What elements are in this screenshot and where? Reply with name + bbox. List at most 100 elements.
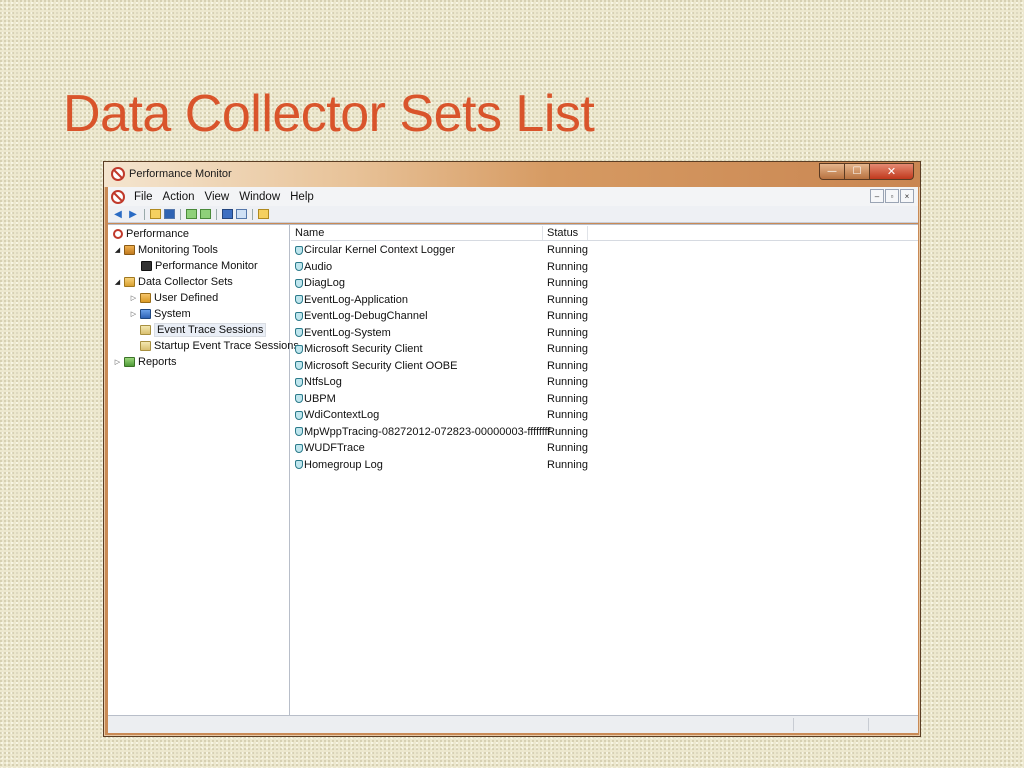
session-status: Running bbox=[547, 343, 588, 356]
session-status: Running bbox=[547, 409, 588, 422]
list-item[interactable]: Microsoft Security Client OOBE Running bbox=[291, 358, 918, 375]
list-item[interactable]: EventLog-Application Running bbox=[291, 292, 918, 309]
child-minimize-button[interactable]: – bbox=[870, 189, 884, 203]
session-name: EventLog-System bbox=[304, 326, 391, 339]
session-status: Running bbox=[547, 244, 588, 257]
menu-window[interactable]: Window bbox=[234, 191, 285, 203]
child-window-controls: – ▫ × bbox=[870, 189, 914, 203]
window-title: Performance Monitor bbox=[129, 168, 232, 180]
list-item[interactable]: EventLog-System Running bbox=[291, 325, 918, 342]
tree-item-performance-monitor[interactable]: Performance Monitor bbox=[139, 258, 258, 273]
column-header-name[interactable]: Name bbox=[291, 226, 543, 240]
menu-file[interactable]: File bbox=[129, 191, 158, 203]
startup-event-trace-sessions-icon bbox=[140, 340, 151, 351]
menu-help[interactable]: Help bbox=[285, 191, 319, 203]
maximize-button[interactable]: ☐ bbox=[845, 163, 870, 180]
system-icon bbox=[140, 308, 151, 319]
trace-session-icon bbox=[295, 262, 303, 272]
list-item[interactable]: Microsoft Security Client Running bbox=[291, 341, 918, 358]
performance-monitor-app-icon[interactable] bbox=[111, 167, 125, 181]
list-item[interactable]: Audio Running bbox=[291, 259, 918, 276]
trace-session-icon bbox=[295, 344, 303, 354]
menu-bar: File Action View Window Help – ▫ × bbox=[108, 187, 918, 206]
status-bar-divider bbox=[793, 718, 794, 731]
back-arrow-icon[interactable]: ◀ bbox=[112, 209, 124, 220]
monitoring-tools-icon bbox=[124, 244, 135, 255]
tree-item-monitoring-tools[interactable]: ◢ Monitoring Tools bbox=[113, 242, 218, 257]
session-name: EventLog-Application bbox=[304, 293, 408, 306]
collapsed-arrow-icon[interactable]: ▷ bbox=[129, 294, 138, 302]
tree-item-event-trace-sessions[interactable]: Event Trace Sessions bbox=[138, 322, 267, 337]
tree-item-startup-event-trace-sessions[interactable]: Startup Event Trace Sessions bbox=[138, 338, 299, 353]
slide-title: Data Collector Sets List bbox=[63, 85, 595, 143]
session-name: NtfsLog bbox=[304, 376, 342, 389]
list-item[interactable]: Homegroup Log Running bbox=[291, 457, 918, 474]
child-close-button[interactable]: × bbox=[900, 189, 914, 203]
tree-item-label: Performance Monitor bbox=[155, 259, 258, 272]
tree-item-reports[interactable]: ▷ Reports bbox=[113, 354, 177, 369]
session-name: DiagLog bbox=[304, 277, 345, 290]
tree-item-label: Event Trace Sessions bbox=[154, 322, 267, 337]
tree-item-system[interactable]: ▷ System bbox=[129, 306, 191, 321]
close-button[interactable]: ✕ bbox=[870, 163, 914, 180]
session-status: Running bbox=[547, 458, 588, 471]
list-header: Name Status bbox=[291, 225, 918, 241]
list-item[interactable]: MpWppTracing-08272012-072823-00000003-ff… bbox=[291, 424, 918, 441]
trace-session-icon bbox=[295, 328, 303, 338]
tree-item-performance[interactable]: Performance bbox=[111, 226, 189, 241]
up-folder-icon[interactable] bbox=[150, 209, 161, 219]
list-item[interactable]: UBPM Running bbox=[291, 391, 918, 408]
tree-item-label: Monitoring Tools bbox=[138, 243, 218, 256]
status-bar bbox=[108, 715, 918, 733]
minimize-button[interactable]: — bbox=[819, 163, 845, 180]
list-item[interactable]: DiagLog Running bbox=[291, 275, 918, 292]
expanded-arrow-icon[interactable]: ◢ bbox=[113, 278, 122, 286]
trace-session-icon bbox=[295, 278, 303, 288]
session-name: WdiContextLog bbox=[304, 409, 380, 422]
properties-icon[interactable] bbox=[258, 209, 269, 219]
session-name: Circular Kernel Context Logger bbox=[304, 244, 456, 257]
tree-item-user-defined[interactable]: ▷ User Defined bbox=[129, 290, 218, 305]
show-hide-action-pane-icon[interactable] bbox=[236, 209, 247, 219]
column-header-status[interactable]: Status bbox=[543, 226, 588, 240]
menu-view[interactable]: View bbox=[200, 191, 235, 203]
tree-item-data-collector-sets[interactable]: ◢ Data Collector Sets bbox=[113, 274, 233, 289]
child-restore-button[interactable]: ▫ bbox=[885, 189, 899, 203]
session-status: Running bbox=[547, 277, 588, 290]
trace-session-icon bbox=[295, 460, 303, 470]
navigation-tree: Performance ◢ Monitoring Tools Performan… bbox=[108, 225, 299, 715]
tree-item-label: Data Collector Sets bbox=[138, 275, 233, 288]
collapsed-arrow-icon[interactable]: ▷ bbox=[113, 358, 122, 366]
system-menu-icon[interactable] bbox=[111, 189, 125, 204]
trace-session-icon bbox=[295, 377, 303, 387]
trace-sessions-list: Name Status Circular Kernel Context Logg… bbox=[291, 225, 918, 715]
session-status: Running bbox=[547, 392, 588, 405]
session-name: EventLog-DebugChannel bbox=[304, 310, 428, 323]
tree-item-label: System bbox=[154, 307, 191, 320]
tree-item-label: Startup Event Trace Sessions bbox=[154, 339, 299, 352]
session-status: Running bbox=[547, 425, 588, 438]
list-item[interactable]: NtfsLog Running bbox=[291, 374, 918, 391]
trace-session-icon bbox=[295, 427, 303, 437]
help-icon[interactable] bbox=[222, 209, 233, 219]
refresh-icon[interactable] bbox=[186, 209, 197, 219]
list-item[interactable]: WUDFTrace Running bbox=[291, 440, 918, 457]
title-bar[interactable]: Performance Monitor — ☐ ✕ bbox=[104, 162, 920, 187]
list-item[interactable]: WdiContextLog Running bbox=[291, 407, 918, 424]
list-item[interactable]: Circular Kernel Context Logger Running bbox=[291, 242, 918, 259]
expanded-arrow-icon[interactable]: ◢ bbox=[113, 246, 122, 254]
show-hide-tree-icon[interactable] bbox=[164, 209, 175, 219]
session-status: Running bbox=[547, 310, 588, 323]
export-list-icon[interactable] bbox=[200, 209, 211, 219]
menu-action[interactable]: Action bbox=[158, 191, 200, 203]
list-rows: Circular Kernel Context Logger Running Au… bbox=[291, 242, 918, 473]
session-status: Running bbox=[547, 326, 588, 339]
list-item[interactable]: EventLog-DebugChannel Running bbox=[291, 308, 918, 325]
trace-session-icon bbox=[295, 245, 303, 255]
performance-monitor-icon bbox=[141, 260, 152, 271]
forward-arrow-icon[interactable]: ▶ bbox=[127, 209, 139, 220]
trace-session-icon bbox=[295, 443, 303, 453]
session-status: Running bbox=[547, 442, 588, 455]
session-name: Microsoft Security Client OOBE bbox=[304, 359, 458, 372]
collapsed-arrow-icon[interactable]: ▷ bbox=[129, 310, 138, 318]
